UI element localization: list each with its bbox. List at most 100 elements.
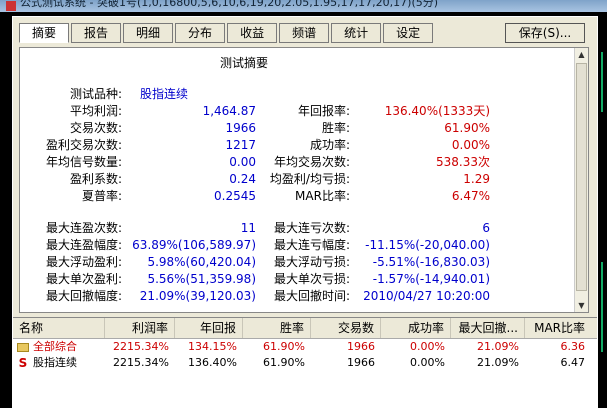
max-consec-loss-label: 最大连亏次数:	[273, 221, 350, 235]
table-header: 名称 利润率 年回报 胜率 交易数 成功率 最大回撤... MAR比率	[13, 318, 597, 339]
tab-bar: 摘要 报告 明细 分布 收益 频谱 统计 设定	[19, 23, 435, 45]
success-rate-label: 成功率:	[309, 138, 350, 152]
row-float: 最大浮动盈利: 5.98%(60,420.04) 最大浮动亏损: -5.51%(…	[20, 254, 580, 270]
s-icon: S	[18, 356, 28, 370]
row-consec-amount: 最大连盈幅度: 63.89%(106,589.97) 最大连亏幅度: -11.1…	[20, 237, 580, 253]
cell-win: 61.90%	[263, 340, 305, 353]
sharpe-label: 夏普率:	[81, 189, 122, 203]
cell-success: 0.00%	[410, 356, 445, 369]
max-drawdown-time-value: 2010/04/27 10:20:00	[363, 289, 490, 303]
tab-details[interactable]: 明细	[123, 23, 174, 43]
sharpe-value: 0.2545	[214, 189, 256, 203]
col-mar[interactable]: MAR比率	[525, 318, 591, 338]
max-consec-win-amt-value: 63.89%(106,589.97)	[132, 238, 256, 252]
col-name[interactable]: 名称	[13, 318, 105, 338]
cell-mar: 6.36	[560, 340, 586, 353]
profit-factor-label: 盈利系数:	[69, 172, 122, 186]
max-single-profit-value: 5.56%(51,359.98)	[147, 272, 256, 286]
cell-drawdown: 21.09%	[477, 340, 519, 353]
row-test-variety: 测试品种: 股指连续	[20, 86, 580, 102]
row-avg-profit: 平均利润: 1,464.87 年回报率: 136.40%(1333天)	[20, 103, 580, 119]
chart-line	[601, 262, 603, 352]
row-name-cell: 全部综合	[13, 339, 105, 355]
max-single-loss-value: -1.57%(-14,940.01)	[372, 272, 490, 286]
table-row[interactable]: S 股指连续 2215.34% 136.40% 61.90% 1966 0.00…	[13, 355, 597, 371]
max-drawdown-label: 最大回撤幅度:	[45, 289, 122, 303]
row-single: 最大单次盈利: 5.56%(51,359.98) 最大单次亏损: -1.57%(…	[20, 271, 580, 287]
row-profit-factor: 盈利系数: 0.24 均盈利/均亏损: 1.29	[20, 171, 580, 187]
col-annual[interactable]: 年回报	[175, 318, 243, 338]
trade-count-label: 交易次数:	[69, 121, 122, 135]
cell-trades: 1966	[347, 340, 375, 353]
row-name: 股指连续	[33, 356, 77, 369]
tab-statistics[interactable]: 统计	[331, 23, 382, 43]
max-consec-loss-amt-label: 最大连亏幅度:	[273, 238, 350, 252]
cell-annual: 136.40%	[188, 356, 237, 369]
max-float-loss-value: -5.51%(-16,830.03)	[372, 255, 490, 269]
avg-win-loss-value: 1.29	[463, 172, 490, 186]
col-profit[interactable]: 利润率	[105, 318, 175, 338]
chart-line	[601, 52, 603, 112]
avg-win-loss-label: 均盈利/均亏损:	[269, 172, 350, 186]
annual-signals-value: 0.00	[229, 155, 256, 169]
cell-profit: 2215.34%	[113, 340, 169, 353]
success-rate-value: 0.00%	[451, 138, 490, 152]
cell-annual: 134.15%	[188, 340, 237, 353]
max-single-loss-label: 最大单次亏损:	[273, 272, 350, 286]
row-drawdown: 最大回撤幅度: 21.09%(39,120.03) 最大回撤时间: 2010/0…	[20, 288, 580, 304]
test-variety-label: 测试品种:	[69, 87, 122, 101]
annual-trades-value: 538.33次	[436, 155, 490, 169]
row-annual-signals: 年均信号数量: 0.00 年均交易次数: 538.33次	[20, 154, 580, 170]
col-success[interactable]: 成功率	[381, 318, 451, 338]
cell-success: 0.00%	[410, 340, 445, 353]
max-float-loss-label: 最大浮动亏损:	[273, 255, 350, 269]
win-rate-value: 61.90%	[444, 121, 490, 135]
summary-scrollbar[interactable]: ▲ ▼	[574, 48, 588, 312]
max-float-profit-value: 5.98%(60,420.04)	[147, 255, 256, 269]
cell-profit: 2215.34%	[113, 356, 169, 369]
mar-value: 6.47%	[451, 189, 490, 203]
scroll-thumb[interactable]	[576, 63, 587, 291]
max-single-profit-label: 最大单次盈利:	[45, 272, 122, 286]
scroll-down-icon[interactable]: ▼	[575, 299, 588, 312]
row-profit-trades: 盈利交易次数: 1217 成功率: 0.00%	[20, 137, 580, 153]
tab-settings[interactable]: 设定	[383, 23, 434, 43]
tab-summary[interactable]: 摘要	[19, 23, 70, 43]
max-float-profit-label: 最大浮动盈利:	[45, 255, 122, 269]
mar-label: MAR比率:	[295, 189, 350, 203]
row-name: 全部综合	[33, 340, 77, 353]
test-window: 摘要 报告 明细 分布 收益 频谱 统计 设定 保存(S)... 测试摘要 测试…	[12, 16, 598, 408]
save-button[interactable]: 保存(S)...	[505, 23, 585, 43]
col-trades[interactable]: 交易数	[311, 318, 381, 338]
max-consec-loss-amt-value: -11.15%(-20,040.00)	[365, 238, 490, 252]
scroll-up-icon[interactable]: ▲	[575, 48, 588, 61]
col-drawdown[interactable]: 最大回撤...	[451, 318, 525, 338]
col-win[interactable]: 胜率	[243, 318, 311, 338]
max-consec-win-value: 11	[240, 221, 256, 235]
folder-icon	[17, 342, 29, 352]
summary-title: 测试摘要	[220, 56, 269, 70]
max-drawdown-time-label: 最大回撤时间:	[273, 289, 350, 303]
trade-count-value: 1966	[225, 121, 256, 135]
annual-return-value: 136.40%(1333天)	[384, 104, 490, 118]
test-variety-value: 股指连续	[140, 87, 189, 101]
row-name-cell: S 股指连续	[13, 355, 105, 371]
avg-profit-label: 平均利润:	[69, 104, 122, 118]
row-sharpe: 夏普率: 0.2545 MAR比率: 6.47%	[20, 188, 580, 204]
annual-trades-label: 年均交易次数:	[273, 155, 350, 169]
max-drawdown-value: 21.09%(39,120.03)	[139, 289, 256, 303]
tab-report[interactable]: 报告	[71, 23, 122, 43]
row-consec-count: 最大连盈次数: 11 最大连亏次数: 6	[20, 220, 580, 236]
table-row[interactable]: 全部综合 2215.34% 134.15% 61.90% 1966 0.00% …	[13, 339, 597, 355]
tab-spectrum[interactable]: 频谱	[279, 23, 330, 43]
tab-returns[interactable]: 收益	[227, 23, 278, 43]
max-consec-loss-value: 6	[482, 221, 490, 235]
window-title: 公式测试系统 - 突破1号(1,0,16800,5,6,10,6,19,20,2…	[20, 0, 439, 9]
results-table: 名称 利润率 年回报 胜率 交易数 成功率 最大回撤... MAR比率 全部综合…	[13, 317, 597, 407]
cell-trades: 1966	[347, 356, 375, 369]
background-chart-strip	[598, 12, 607, 408]
cell-drawdown: 21.09%	[477, 356, 519, 369]
tab-distribution[interactable]: 分布	[175, 23, 226, 43]
summary-pane: 测试摘要 测试品种: 股指连续 平均利润: 1,464.87 年回报率: 136…	[19, 47, 589, 313]
profit-trades-label: 盈利交易次数:	[45, 138, 122, 152]
